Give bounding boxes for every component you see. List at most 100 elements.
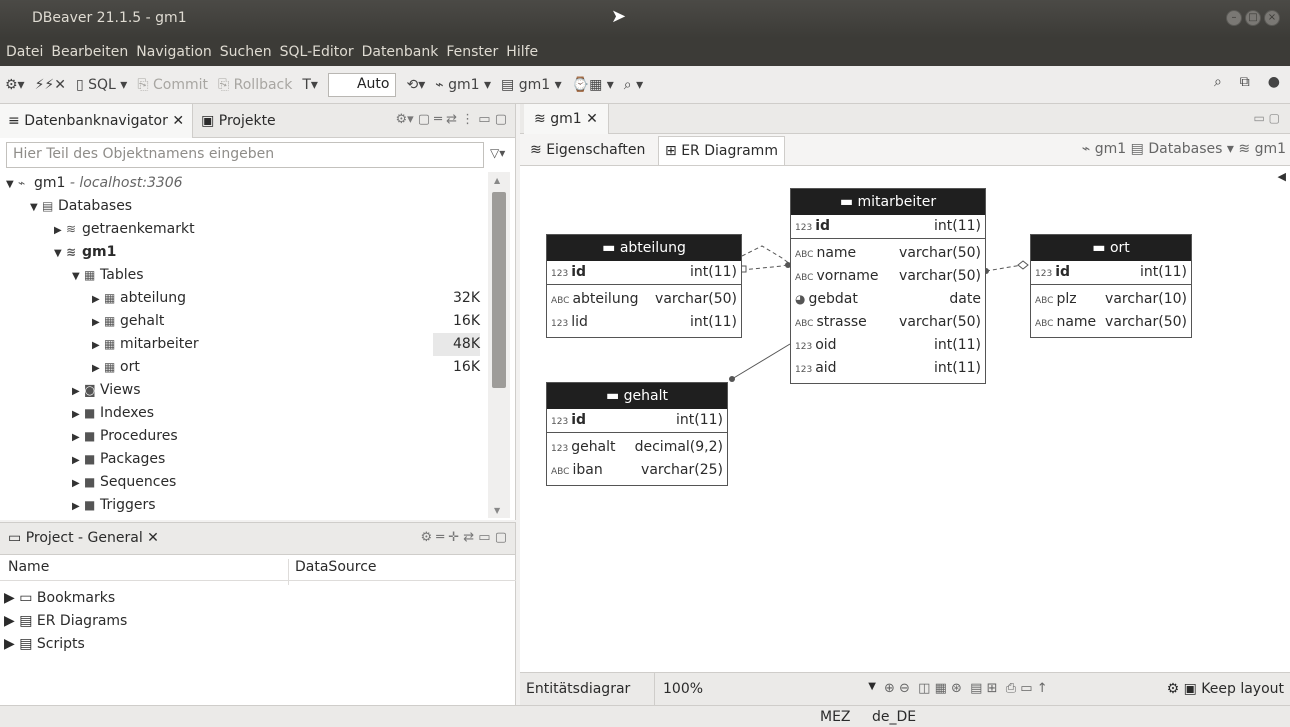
tree-db-getraenkemarkt[interactable]: ▶ ≋ getraenkemarkt [0,218,488,241]
chevron-right-icon[interactable]: ▶ [72,380,84,403]
search-dropdown-icon[interactable]: ⌕ ▾ [624,77,643,93]
column-name[interactable]: Name [8,559,49,575]
dbeaver-icon[interactable]: ● [1268,74,1280,90]
search-icon[interactable]: ⌕ [1214,74,1222,90]
tree-procedures[interactable]: ▶ ■ Procedures [0,425,488,448]
connect-icons[interactable]: ⚡⚡✕ [35,77,66,93]
menu-hilfe[interactable]: Hilfe [506,44,538,60]
menu-fenster[interactable]: Fenster [446,44,498,60]
project-item-bookmarks[interactable]: ▶ ▭ Bookmarks [4,587,115,610]
chevron-right-icon[interactable]: ▶ [72,472,84,495]
chevron-down-icon[interactable]: ▼ [72,265,84,288]
project-tools-icons[interactable]: ⚙ ═ ✛ ⇄ ▭ ▢ [421,530,508,545]
navigator-tools-icons[interactable]: ⚙▾ ▢ ═ ⇄ ⋮ ▭ ▢ [395,112,507,127]
tree-triggers[interactable]: ▶ ■ Triggers [0,494,488,517]
tree-sequences[interactable]: ▶ ■ Sequences [0,471,488,494]
close-button[interactable]: × [1264,10,1280,26]
tools-icons[interactable]: ⌚▦ ▾ [572,77,614,93]
menu-navigation[interactable]: Navigation [136,44,212,60]
sql-button[interactable]: ▯ SQL ▾ [76,77,127,93]
chevron-right-icon[interactable]: ▶ [72,495,84,518]
entity-column[interactable]: 123 oid int(11) [791,334,985,357]
history-icon[interactable]: ⟲▾ [406,77,425,93]
schema-selector[interactable]: ▤ gm1 ▾ [501,77,562,93]
tree-table[interactable]: ▶ ▦ ort 16K [0,356,488,379]
diagram-tool-icons[interactable]: ⊕ ⊖ ◫ ▦ ⊛ ▤ ⊞ ⎙ ▭ ↑ [884,681,1048,696]
scroll-up-icon[interactable]: ▲ [494,176,500,185]
tree-packages[interactable]: ▶ ■ Packages [0,448,488,471]
project-item-er-diagrams[interactable]: ▶ ▤ ER Diagrams [4,610,127,633]
chevron-down-icon[interactable]: ▼ [30,196,42,219]
chevron-down-icon[interactable]: ▼ [868,681,876,692]
chevron-right-icon[interactable]: ▶ [72,403,84,426]
datasource-selector[interactable]: ⌁ gm1 ▾ [435,77,491,93]
chevron-right-icon[interactable]: ▶ [54,219,66,242]
entity-gehalt[interactable]: ▬ gehalt 123 id int(11) 123 gehalt decimal(… [546,382,728,486]
entity-abteilung[interactable]: ▬ abteilung 123 id int(11) ABC abteilung va… [546,234,742,338]
tree-db-gm1[interactable]: ▼ ≋ gm1 [0,241,488,264]
tree-tables[interactable]: ▼ ▦ Tables [0,264,488,287]
minimize-button[interactable]: – [1226,10,1242,26]
tree-table[interactable]: ▶ ▦ gehalt 16K [0,310,488,333]
menu-datei[interactable]: Datei [6,44,43,60]
editor-tab-gm1[interactable]: ≋ gm1 ✕ [524,104,609,134]
commit-button[interactable]: ⎘ Commit [137,77,208,93]
chevron-right-icon[interactable]: ▶ [92,288,104,311]
entity-column[interactable]: ABC plz varchar(10) [1031,288,1191,311]
tree-table[interactable]: ▶ ▦ abteilung 32K [0,287,488,310]
transaction-mode-icon[interactable]: T▾ [302,77,318,93]
tree-connection-gm1[interactable]: ▼ ⌁ gm1 - localhost:3306 [0,172,488,195]
menu-bearbeiten[interactable]: Bearbeiten [51,44,128,60]
chevron-right-icon[interactable]: ▶ [92,357,104,380]
maximize-button[interactable]: □ [1245,10,1261,26]
menu-suchen[interactable]: Suchen [220,44,272,60]
menu-sql-editor[interactable]: SQL-Editor [280,44,354,60]
tree-views[interactable]: ▶ ◙ Views [0,379,488,402]
navigator-filter-input[interactable]: Hier Teil des Objektnamens eingeben [6,142,484,168]
rollback-button[interactable]: ⎘ Rollback [218,77,292,93]
entity-column[interactable]: 123 aid int(11) [791,357,985,380]
tree-table[interactable]: ▶ ▦ mitarbeiter 48K [0,333,488,356]
er-diagram-canvas[interactable]: ◀ ▬ mitarbeiter 123 id int(11) ABC name var… [520,166,1290,674]
entity-column[interactable]: ABC abteilung varchar(50) [547,288,741,311]
chevron-right-icon[interactable]: ▶ [92,334,104,357]
chevron-down-icon[interactable]: ▼ [6,173,18,196]
editor-window-controls[interactable]: ▭ ▢ [1254,111,1281,125]
tab-datenbanknavigator[interactable]: ≡ Datenbanknavigator ✕ [0,103,194,138]
zoom-select[interactable]: 100% ▼ [654,673,880,706]
filter-icon[interactable]: ▽▾ [490,146,505,160]
keep-layout-button[interactable]: ⚙ ▣ Keep layout [1167,681,1284,697]
navigator-scrollbar[interactable]: ▲ ▼ [488,172,510,518]
subtab-eigenschaften[interactable]: ≋ Eigenschaften [524,136,651,165]
status-locale[interactable]: de_DE [872,709,916,725]
entity-column[interactable]: ABC iban varchar(25) [547,459,727,482]
column-datasource[interactable]: DataSource [288,559,377,585]
entity-header[interactable]: ▬ mitarbeiter [791,189,985,215]
entity-column[interactable]: ABC strasse varchar(50) [791,311,985,334]
tab-projekte[interactable]: ▣ Projekte [193,113,284,129]
entity-header[interactable]: ▬ ort [1031,235,1191,261]
entity-column[interactable]: 123 gehalt decimal(9,2) [547,436,727,459]
new-connection-icon[interactable]: ⚙▾ [5,77,25,93]
tree-databases[interactable]: ▼ ▤ Databases [0,195,488,218]
chevron-right-icon[interactable]: ▶ [72,426,84,449]
entity-column[interactable]: ABC name varchar(50) [1031,311,1191,334]
entity-column[interactable]: ABC vorname varchar(50) [791,265,985,288]
scrollbar-thumb[interactable] [492,192,506,388]
entity-column[interactable]: ◕ gebdat date [791,288,985,311]
subtab-er-diagramm[interactable]: ⊞ ER Diagramm [658,136,785,165]
entity-pk-row[interactable]: 123 id int(11) [1031,261,1191,285]
menu-datenbank[interactable]: Datenbank [362,44,439,60]
auto-commit-field[interactable]: Auto [327,72,397,97]
entity-pk-row[interactable]: 123 id int(11) [547,409,727,433]
project-item-scripts[interactable]: ▶ ▤ Scripts [4,633,85,656]
entity-column[interactable]: ABC name varchar(50) [791,242,985,265]
perspective-icon[interactable]: ⧉ [1240,74,1250,90]
entity-header[interactable]: ▬ gehalt [547,383,727,409]
tab-project-general[interactable]: ▭ Project - General ✕ [8,530,159,546]
entity-column[interactable]: 123 lid int(11) [547,311,741,334]
chevron-right-icon[interactable]: ▶ [92,311,104,334]
chevron-down-icon[interactable]: ▼ [54,242,66,265]
entity-pk-row[interactable]: 123 id int(11) [547,261,741,285]
entity-ort[interactable]: ▬ ort 123 id int(11) ABC plz varchar(10) AB… [1030,234,1192,338]
